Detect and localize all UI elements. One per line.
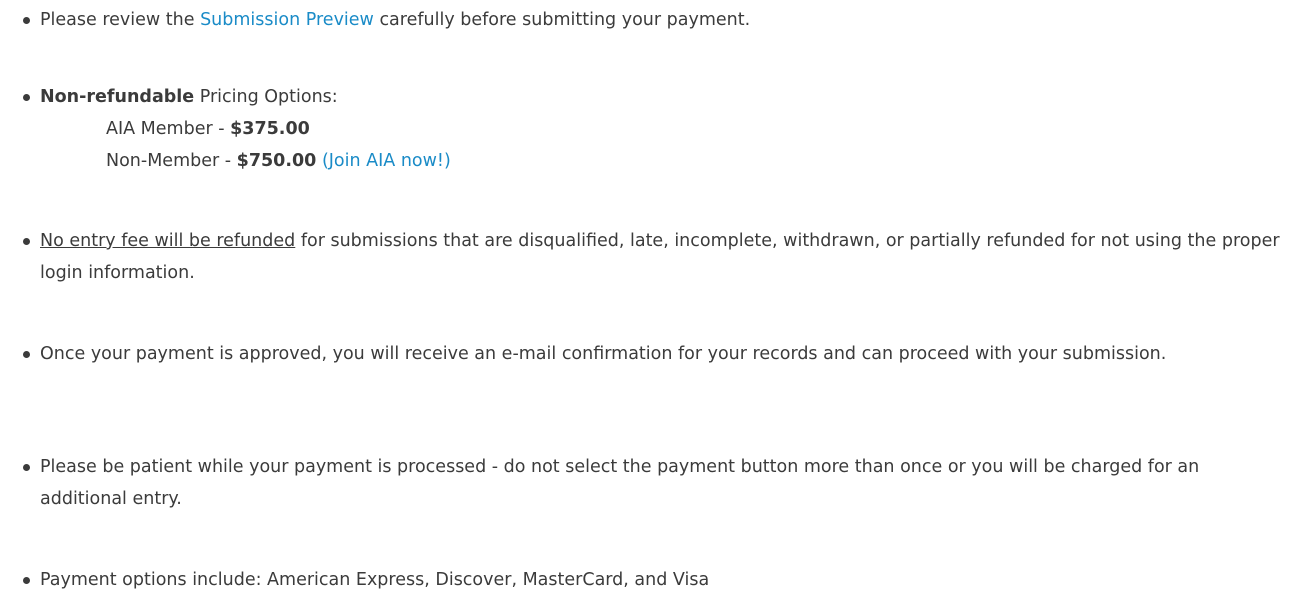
review-suffix-text: carefully before submitting your payment… <box>373 10 751 30</box>
join-aia-link[interactable]: (Join AIA now!) <box>322 151 451 171</box>
list-item-payment-options: Payment options include: American Expres… <box>23 564 1280 596</box>
member-price-value: $375.00 <box>230 119 310 139</box>
list-item-review: Please review the Submission Preview car… <box>23 4 1280 36</box>
list-item-patience: Please be patient while your payment is … <box>23 451 1280 515</box>
list-item-pricing: Non-refundable Pricing Options: AIA Memb… <box>23 81 1280 177</box>
list-item-confirmation: Once your payment is approved, you will … <box>23 338 1280 370</box>
pricing-options-text: Pricing Options: <box>194 87 338 107</box>
confirmation-text: Once your payment is approved, you will … <box>40 344 1167 364</box>
non-member-price-label: Non-Member - <box>106 151 237 171</box>
member-price-label: AIA Member - <box>106 119 231 139</box>
submission-preview-link[interactable]: Submission Preview <box>200 10 374 30</box>
refund-policy-emphasis: No entry fee will be refunded <box>40 231 296 251</box>
list-item-refund-policy: No entry fee will be refunded for submis… <box>23 225 1280 289</box>
non-member-price-row: Non-Member - $750.00 (Join AIA now!) <box>40 145 1280 177</box>
member-price-row: AIA Member - $375.00 <box>40 113 1280 145</box>
review-prefix-text: Please review the <box>40 10 201 30</box>
non-member-price-value: $750.00 <box>236 151 317 171</box>
payment-options-text: Payment options include: American Expres… <box>40 570 710 590</box>
non-refundable-label: Non-refundable <box>40 87 195 107</box>
patience-text: Please be patient while your payment is … <box>40 457 1200 509</box>
